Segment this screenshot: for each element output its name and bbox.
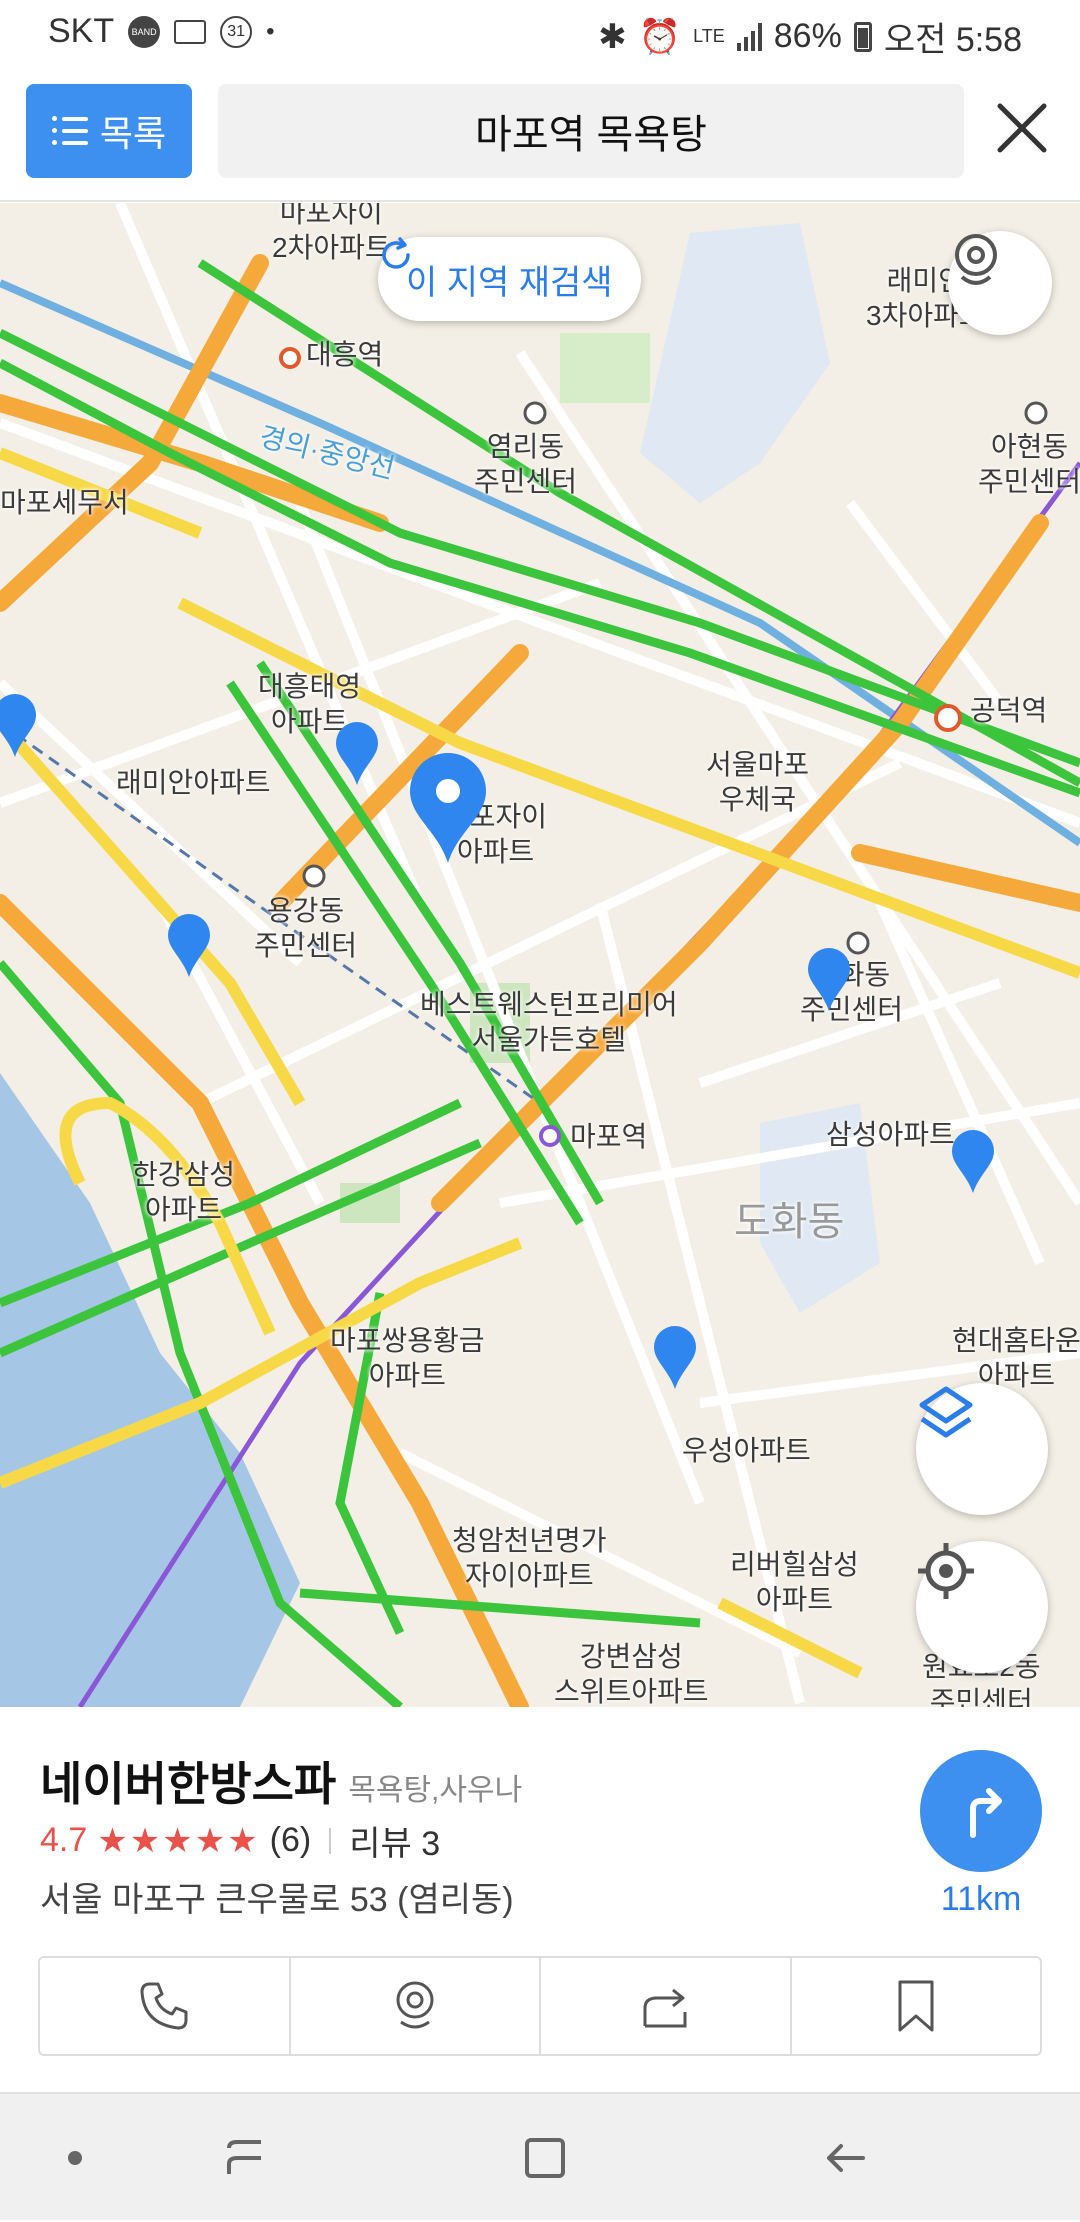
carrier-label: SKT <box>48 12 115 50</box>
map-pin[interactable] <box>806 947 852 1013</box>
map-label-mapo-station: 마포역 <box>570 1121 648 1152</box>
map-label-mapo-post: 서울마포 우체국 <box>706 749 810 815</box>
map-label-mapo-tax-office: 마포세무서 <box>0 487 129 518</box>
battery-icon <box>853 21 872 52</box>
status-bar: SKT BAND 31 • ✱ ⏰ LTE 86% 오전 5:58 <box>0 0 1080 66</box>
map-label-yeomni-center: 염리동 주민센터 <box>474 431 578 497</box>
route-icon <box>970 1788 1002 1838</box>
action-bar <box>38 1956 1042 2056</box>
band-icon: BAND <box>128 15 161 48</box>
map-pin[interactable] <box>334 721 380 787</box>
route-button[interactable] <box>920 1750 1042 1872</box>
map-label-gangbyeon-samsung: 강변삼성 스위트아파트 <box>554 1641 709 1707</box>
map-pin[interactable] <box>0 693 38 759</box>
layers-icon <box>919 1386 973 1438</box>
street-view-action-button[interactable] <box>291 1958 541 2054</box>
map-label-ssangyong: 마포쌍용황금 아파트 <box>330 1325 485 1391</box>
signal-icon <box>736 22 762 51</box>
map-label-riverhill: 리버힐삼성 아파트 <box>730 1549 859 1615</box>
list-button-label: 목록 <box>99 113 167 154</box>
rating-stars-icon: ★★★★★ <box>97 1821 260 1860</box>
my-location-icon <box>918 1543 974 1599</box>
map-label-samsung-apt: 삼성아파트 <box>826 1119 955 1150</box>
nav-dot-button[interactable] <box>40 2094 110 2222</box>
street-view-button[interactable] <box>948 231 1052 335</box>
share-button[interactable] <box>541 1958 792 2054</box>
calendar-icon: 31 <box>220 15 253 48</box>
rescan-label: 이 지역 재검색 <box>406 263 613 302</box>
layers-button[interactable] <box>916 1383 1048 1515</box>
map-label-yonggang-center: 용강동 주민센터 <box>254 895 358 961</box>
map-pin[interactable] <box>652 1325 698 1391</box>
rating-row: 4.7 ★★★★★ (6) 리뷰 3 <box>40 1816 440 1865</box>
map-label-best-western: 베스트웨스턴프리미어 서울가든호텔 <box>420 989 678 1055</box>
back-icon <box>827 2144 865 2172</box>
rating-count: (6) <box>269 1821 312 1859</box>
recent-apps-icon <box>227 2140 261 2174</box>
place-address: 서울 마포구 큰우물로 53 (염리동) <box>40 1881 514 1919</box>
refresh-icon <box>382 237 410 269</box>
place-category: 목욕탕,사우나 <box>348 1774 523 1807</box>
dot-icon: • <box>266 17 275 45</box>
home-icon <box>525 2138 565 2178</box>
close-icon[interactable] <box>990 96 1054 160</box>
map-label-woosung: 우성아파트 <box>682 1435 811 1466</box>
list-icon <box>51 116 88 145</box>
my-location-button[interactable] <box>916 1541 1048 1673</box>
map-view[interactable]: 마포자이 2차아파트 대흥역 염리동 주민센터 마포세무서 경의·중앙선 래미안… <box>0 203 1080 1707</box>
call-button[interactable] <box>40 1958 291 2054</box>
battery-percent: 86% <box>773 17 842 55</box>
map-pin[interactable] <box>166 913 212 979</box>
list-button[interactable]: 목록 <box>26 84 192 178</box>
place-info-panel[interactable]: 네이버한방스파 목욕탕,사우나 4.7 ★★★★★ (6) 리뷰 3 서울 마포구… <box>0 1708 1080 2092</box>
map-label-ahyeon-center: 아현동 주민센터 <box>978 431 1080 497</box>
save-button[interactable] <box>792 1958 1041 2054</box>
voicemail-icon <box>174 19 207 44</box>
place-name-row: 네이버한방스파 목욕탕,사우나 <box>40 1748 522 1814</box>
street-view-icon <box>396 1981 434 2029</box>
dot-icon <box>68 2151 82 2165</box>
network-label: LTE <box>693 26 725 46</box>
map-label-mapo-xi2: 마포자이 2차아파트 <box>272 203 391 263</box>
street-view-icon <box>955 234 997 285</box>
distance-label: 11km <box>940 1880 1022 1918</box>
rescan-area-button[interactable]: 이 지역 재검색 <box>378 237 641 321</box>
bookmark-icon <box>898 1980 934 2032</box>
search-input[interactable]: 마포역 목욕탕 <box>218 84 964 178</box>
map-label-raemian: 래미안아파트 <box>116 767 271 798</box>
rating-value: 4.7 <box>40 1821 88 1859</box>
search-header: 목록 마포역 목욕탕 <box>0 66 1080 202</box>
map-label-daeheung-station: 대흥역 <box>306 339 384 370</box>
place-name[interactable]: 네이버한방스파 <box>40 1758 336 1810</box>
map-label-hangang-samsung: 한강삼성 아파트 <box>132 1159 236 1225</box>
map-label-gongdeok-station: 공덕역 <box>970 695 1048 726</box>
alarm-icon: ⏰ <box>638 17 682 56</box>
back-button[interactable] <box>800 2094 890 2222</box>
divider <box>329 1827 332 1854</box>
map-label-dohwa-dong: 도화동 <box>734 1200 845 1244</box>
bluetooth-icon: ✱ <box>598 17 627 56</box>
clock: 오전 5:58 <box>883 21 1022 59</box>
map-label-cheongam-xi: 청암천년명가 자이아파트 <box>452 1525 607 1591</box>
map-pin-selected[interactable] <box>408 751 488 865</box>
review-count[interactable]: 리뷰 3 <box>349 1816 440 1865</box>
system-nav-bar <box>0 2092 1080 2220</box>
recent-apps-button[interactable] <box>200 2094 290 2222</box>
home-button[interactable] <box>500 2094 590 2222</box>
share-icon <box>643 1988 687 2028</box>
map-pin[interactable] <box>950 1129 996 1195</box>
phone-icon <box>140 1982 188 2030</box>
